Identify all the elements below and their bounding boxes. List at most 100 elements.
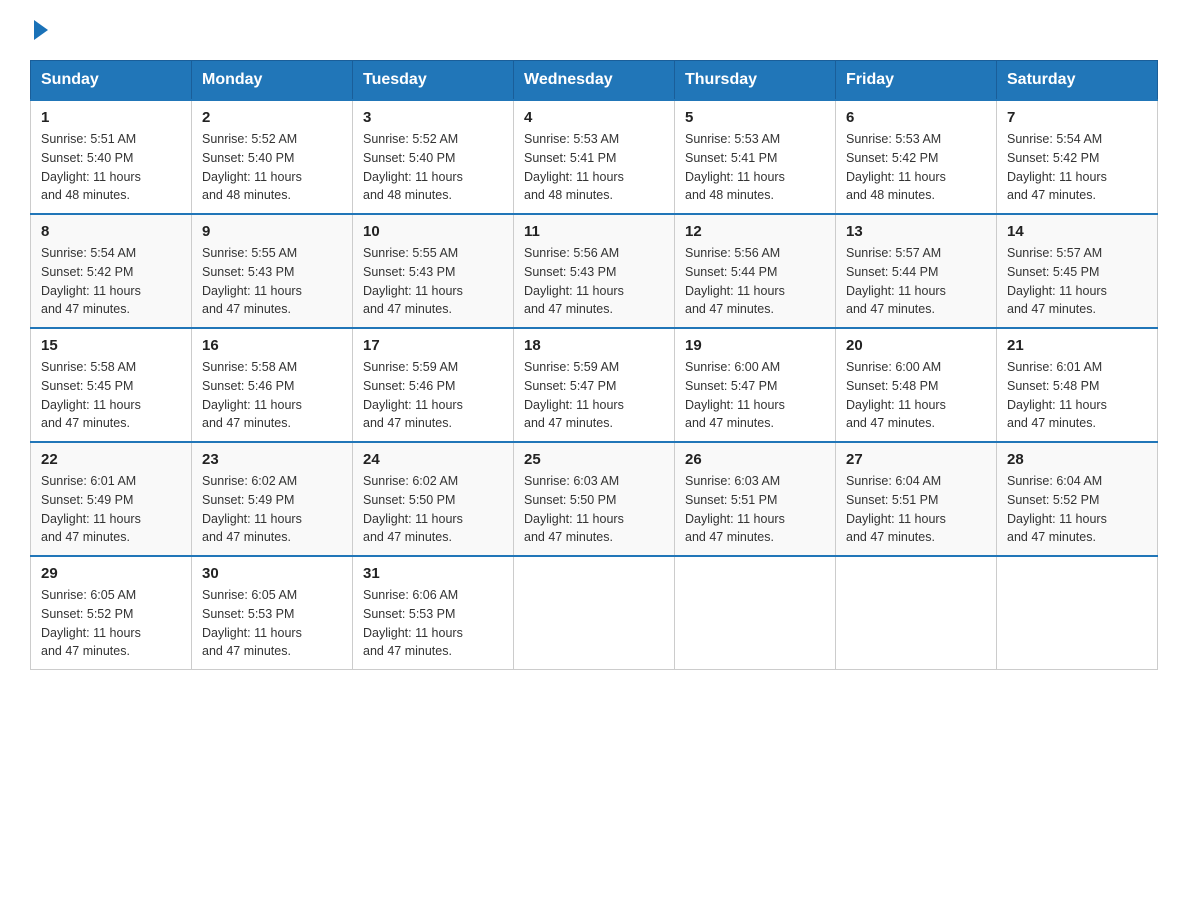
table-row: 30 Sunrise: 6:05 AM Sunset: 5:53 PM Dayl… <box>192 556 353 670</box>
table-row <box>997 556 1158 670</box>
day-number: 10 <box>363 223 503 240</box>
day-number: 21 <box>1007 337 1147 354</box>
table-row: 16 Sunrise: 5:58 AM Sunset: 5:46 PM Dayl… <box>192 328 353 442</box>
day-info: Sunrise: 6:03 AM Sunset: 5:50 PM Dayligh… <box>524 472 664 547</box>
day-number: 31 <box>363 565 503 582</box>
day-info: Sunrise: 6:05 AM Sunset: 5:53 PM Dayligh… <box>202 586 342 661</box>
day-number: 19 <box>685 337 825 354</box>
table-row <box>514 556 675 670</box>
table-row: 31 Sunrise: 6:06 AM Sunset: 5:53 PM Dayl… <box>353 556 514 670</box>
day-number: 6 <box>846 109 986 126</box>
day-number: 27 <box>846 451 986 468</box>
table-row: 10 Sunrise: 5:55 AM Sunset: 5:43 PM Dayl… <box>353 214 514 328</box>
day-info: Sunrise: 6:04 AM Sunset: 5:51 PM Dayligh… <box>846 472 986 547</box>
calendar-header-row: Sunday Monday Tuesday Wednesday Thursday… <box>31 61 1158 101</box>
table-row: 9 Sunrise: 5:55 AM Sunset: 5:43 PM Dayli… <box>192 214 353 328</box>
table-row: 25 Sunrise: 6:03 AM Sunset: 5:50 PM Dayl… <box>514 442 675 556</box>
day-number: 13 <box>846 223 986 240</box>
day-info: Sunrise: 5:56 AM Sunset: 5:44 PM Dayligh… <box>685 244 825 319</box>
table-row: 3 Sunrise: 5:52 AM Sunset: 5:40 PM Dayli… <box>353 100 514 214</box>
day-number: 3 <box>363 109 503 126</box>
day-number: 24 <box>363 451 503 468</box>
day-number: 16 <box>202 337 342 354</box>
day-info: Sunrise: 6:01 AM Sunset: 5:49 PM Dayligh… <box>41 472 181 547</box>
table-row: 6 Sunrise: 5:53 AM Sunset: 5:42 PM Dayli… <box>836 100 997 214</box>
col-monday: Monday <box>192 61 353 101</box>
day-number: 15 <box>41 337 181 354</box>
table-row: 11 Sunrise: 5:56 AM Sunset: 5:43 PM Dayl… <box>514 214 675 328</box>
day-info: Sunrise: 5:53 AM Sunset: 5:41 PM Dayligh… <box>524 130 664 205</box>
day-number: 22 <box>41 451 181 468</box>
table-row: 2 Sunrise: 5:52 AM Sunset: 5:40 PM Dayli… <box>192 100 353 214</box>
table-row: 7 Sunrise: 5:54 AM Sunset: 5:42 PM Dayli… <box>997 100 1158 214</box>
table-row: 19 Sunrise: 6:00 AM Sunset: 5:47 PM Dayl… <box>675 328 836 442</box>
col-friday: Friday <box>836 61 997 101</box>
table-row: 22 Sunrise: 6:01 AM Sunset: 5:49 PM Dayl… <box>31 442 192 556</box>
day-number: 23 <box>202 451 342 468</box>
logo-arrow-icon <box>34 20 48 40</box>
day-info: Sunrise: 6:00 AM Sunset: 5:48 PM Dayligh… <box>846 358 986 433</box>
day-number: 7 <box>1007 109 1147 126</box>
day-number: 18 <box>524 337 664 354</box>
day-info: Sunrise: 6:03 AM Sunset: 5:51 PM Dayligh… <box>685 472 825 547</box>
page-header <box>30 20 1158 42</box>
day-info: Sunrise: 6:02 AM Sunset: 5:50 PM Dayligh… <box>363 472 503 547</box>
day-info: Sunrise: 6:04 AM Sunset: 5:52 PM Dayligh… <box>1007 472 1147 547</box>
day-number: 20 <box>846 337 986 354</box>
table-row: 28 Sunrise: 6:04 AM Sunset: 5:52 PM Dayl… <box>997 442 1158 556</box>
day-number: 12 <box>685 223 825 240</box>
day-number: 5 <box>685 109 825 126</box>
table-row: 13 Sunrise: 5:57 AM Sunset: 5:44 PM Dayl… <box>836 214 997 328</box>
day-number: 8 <box>41 223 181 240</box>
calendar-week-row: 15 Sunrise: 5:58 AM Sunset: 5:45 PM Dayl… <box>31 328 1158 442</box>
day-number: 2 <box>202 109 342 126</box>
day-info: Sunrise: 5:59 AM Sunset: 5:47 PM Dayligh… <box>524 358 664 433</box>
day-number: 4 <box>524 109 664 126</box>
day-number: 11 <box>524 223 664 240</box>
col-tuesday: Tuesday <box>353 61 514 101</box>
day-info: Sunrise: 5:55 AM Sunset: 5:43 PM Dayligh… <box>202 244 342 319</box>
table-row: 15 Sunrise: 5:58 AM Sunset: 5:45 PM Dayl… <box>31 328 192 442</box>
day-info: Sunrise: 5:53 AM Sunset: 5:42 PM Dayligh… <box>846 130 986 205</box>
table-row: 17 Sunrise: 5:59 AM Sunset: 5:46 PM Dayl… <box>353 328 514 442</box>
day-number: 14 <box>1007 223 1147 240</box>
table-row: 8 Sunrise: 5:54 AM Sunset: 5:42 PM Dayli… <box>31 214 192 328</box>
table-row: 5 Sunrise: 5:53 AM Sunset: 5:41 PM Dayli… <box>675 100 836 214</box>
day-number: 26 <box>685 451 825 468</box>
day-info: Sunrise: 5:56 AM Sunset: 5:43 PM Dayligh… <box>524 244 664 319</box>
day-info: Sunrise: 5:55 AM Sunset: 5:43 PM Dayligh… <box>363 244 503 319</box>
table-row: 24 Sunrise: 6:02 AM Sunset: 5:50 PM Dayl… <box>353 442 514 556</box>
calendar-week-row: 1 Sunrise: 5:51 AM Sunset: 5:40 PM Dayli… <box>31 100 1158 214</box>
day-number: 30 <box>202 565 342 582</box>
calendar-table: Sunday Monday Tuesday Wednesday Thursday… <box>30 60 1158 670</box>
day-info: Sunrise: 6:01 AM Sunset: 5:48 PM Dayligh… <box>1007 358 1147 433</box>
day-info: Sunrise: 5:54 AM Sunset: 5:42 PM Dayligh… <box>41 244 181 319</box>
day-info: Sunrise: 5:54 AM Sunset: 5:42 PM Dayligh… <box>1007 130 1147 205</box>
day-number: 17 <box>363 337 503 354</box>
calendar-week-row: 29 Sunrise: 6:05 AM Sunset: 5:52 PM Dayl… <box>31 556 1158 670</box>
day-number: 29 <box>41 565 181 582</box>
table-row <box>675 556 836 670</box>
table-row: 21 Sunrise: 6:01 AM Sunset: 5:48 PM Dayl… <box>997 328 1158 442</box>
table-row <box>836 556 997 670</box>
logo <box>30 20 48 42</box>
day-info: Sunrise: 6:06 AM Sunset: 5:53 PM Dayligh… <box>363 586 503 661</box>
table-row: 4 Sunrise: 5:53 AM Sunset: 5:41 PM Dayli… <box>514 100 675 214</box>
table-row: 18 Sunrise: 5:59 AM Sunset: 5:47 PM Dayl… <box>514 328 675 442</box>
table-row: 23 Sunrise: 6:02 AM Sunset: 5:49 PM Dayl… <box>192 442 353 556</box>
day-number: 1 <box>41 109 181 126</box>
table-row: 14 Sunrise: 5:57 AM Sunset: 5:45 PM Dayl… <box>997 214 1158 328</box>
day-info: Sunrise: 6:02 AM Sunset: 5:49 PM Dayligh… <box>202 472 342 547</box>
table-row: 26 Sunrise: 6:03 AM Sunset: 5:51 PM Dayl… <box>675 442 836 556</box>
day-info: Sunrise: 5:52 AM Sunset: 5:40 PM Dayligh… <box>202 130 342 205</box>
calendar-week-row: 22 Sunrise: 6:01 AM Sunset: 5:49 PM Dayl… <box>31 442 1158 556</box>
day-info: Sunrise: 5:53 AM Sunset: 5:41 PM Dayligh… <box>685 130 825 205</box>
table-row: 12 Sunrise: 5:56 AM Sunset: 5:44 PM Dayl… <box>675 214 836 328</box>
col-saturday: Saturday <box>997 61 1158 101</box>
day-number: 25 <box>524 451 664 468</box>
day-info: Sunrise: 6:00 AM Sunset: 5:47 PM Dayligh… <box>685 358 825 433</box>
day-info: Sunrise: 5:58 AM Sunset: 5:45 PM Dayligh… <box>41 358 181 433</box>
day-info: Sunrise: 5:57 AM Sunset: 5:44 PM Dayligh… <box>846 244 986 319</box>
table-row: 20 Sunrise: 6:00 AM Sunset: 5:48 PM Dayl… <box>836 328 997 442</box>
table-row: 27 Sunrise: 6:04 AM Sunset: 5:51 PM Dayl… <box>836 442 997 556</box>
